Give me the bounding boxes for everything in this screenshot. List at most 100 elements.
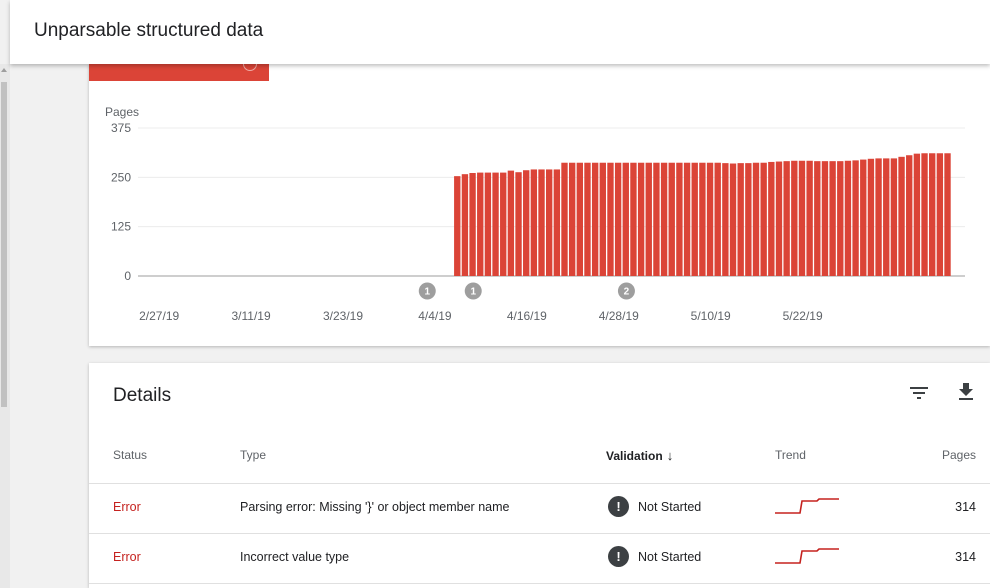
chart-bar[interactable] [683, 162, 691, 276]
chart-bar[interactable] [660, 162, 668, 276]
annotation-marker[interactable]: 1 [418, 282, 436, 300]
type-cell: Parsing error: Missing '}' or object mem… [240, 500, 510, 514]
scroll-up-icon[interactable] [1, 68, 7, 72]
chart-bar[interactable] [561, 162, 568, 276]
chart-bar[interactable] [729, 163, 737, 276]
y-tick-label: 0 [124, 269, 131, 283]
chart-bar[interactable] [921, 153, 928, 276]
chart-bar[interactable] [806, 160, 813, 276]
chart-bar[interactable] [852, 160, 859, 276]
col-header-trend[interactable]: Trend [775, 448, 806, 462]
x-tick-label: 4/4/19 [418, 309, 452, 323]
chart-bar[interactable] [936, 153, 944, 276]
y-tick-label: 375 [111, 121, 131, 135]
chart-bar[interactable] [668, 162, 675, 276]
table-row[interactable]: Error Incorrect value type ! Not Started… [89, 533, 990, 583]
chart-bar[interactable] [844, 160, 852, 276]
col-header-type[interactable]: Type [240, 448, 266, 462]
chart-bar[interactable] [607, 162, 614, 276]
chart-bar[interactable] [553, 169, 561, 276]
chart-bar[interactable] [745, 163, 752, 276]
chart-bar[interactable] [622, 162, 629, 276]
details-title: Details [113, 385, 172, 406]
chart-bar[interactable] [791, 160, 798, 276]
chart-bar[interactable] [906, 155, 913, 276]
pages-cell: 314 [955, 500, 976, 514]
chart-bar[interactable] [653, 162, 660, 276]
chart-bar[interactable] [860, 159, 867, 276]
x-tick-label: 4/28/19 [599, 309, 639, 323]
chart-bar[interactable] [699, 162, 706, 276]
chart-bar[interactable] [814, 161, 821, 276]
annotation-label: 1 [470, 287, 476, 298]
annotation-marker[interactable]: 2 [617, 282, 635, 300]
trend-sparkline [775, 498, 839, 514]
filter-icon[interactable] [907, 381, 931, 405]
chart-bar[interactable] [584, 162, 591, 276]
chart-bar[interactable] [454, 176, 461, 276]
type-cell: Incorrect value type [240, 550, 350, 564]
chart-bar[interactable] [783, 161, 790, 276]
chart-bar[interactable] [500, 172, 507, 276]
chart-bar[interactable] [768, 161, 775, 276]
x-tick-label: 2/27/19 [139, 309, 179, 323]
sort-arrow-icon: ↓ [666, 448, 674, 463]
chart-bar[interactable] [944, 153, 951, 276]
col-header-validation-label: Validation [606, 449, 663, 463]
download-icon[interactable] [954, 380, 978, 404]
chart-bar[interactable] [630, 162, 637, 276]
chart-bar[interactable] [484, 172, 492, 276]
chart-bar[interactable] [645, 162, 652, 276]
chart-bar[interactable] [798, 160, 806, 276]
chart-bar[interactable] [913, 153, 921, 276]
chart-bar[interactable] [568, 162, 576, 276]
chart-bar[interactable] [530, 169, 538, 276]
chart-bar[interactable] [461, 174, 469, 276]
status-cell: Error [113, 500, 141, 514]
chart-bar[interactable] [477, 172, 484, 276]
chart-bar[interactable] [523, 170, 530, 276]
chart-bar[interactable] [760, 162, 767, 276]
chart-bar[interactable] [706, 162, 714, 276]
chart-bar[interactable] [829, 161, 836, 276]
annotation-marker[interactable]: 1 [464, 282, 482, 300]
chart-bar[interactable] [821, 161, 829, 276]
chart-bar[interactable] [737, 163, 744, 276]
details-card: Details Status Type Validation ↓ Trend Pa… [89, 363, 990, 588]
chart-bar[interactable] [637, 162, 645, 276]
col-header-status[interactable]: Status [113, 448, 147, 462]
chart-bar[interactable] [752, 162, 760, 276]
chart-bar[interactable] [875, 158, 882, 276]
chart-bar[interactable] [507, 170, 515, 276]
col-header-validation[interactable]: Validation ↓ [606, 448, 673, 463]
chart-bar[interactable] [599, 162, 606, 276]
annotation-label: 1 [424, 287, 430, 298]
chart-bar[interactable] [546, 169, 553, 276]
chart-bar[interactable] [469, 172, 476, 276]
chart-bar[interactable] [775, 161, 783, 276]
chart-bar[interactable] [515, 172, 522, 276]
chart-bar[interactable] [538, 169, 545, 276]
alert-icon: ! [608, 496, 629, 517]
scrollbar-thumb[interactable] [1, 82, 7, 407]
chart-bar[interactable] [883, 158, 890, 276]
chart-bar[interactable] [676, 162, 683, 276]
chart-bar[interactable] [492, 172, 499, 276]
table-row[interactable]: Error Parsing error: Missing '}' or obje… [89, 483, 990, 533]
chart-bar[interactable] [837, 161, 844, 276]
x-tick-label: 3/11/19 [231, 309, 270, 323]
y-tick-label: 125 [111, 220, 131, 234]
annotation-label: 2 [624, 287, 630, 298]
chart-bar[interactable] [576, 162, 584, 276]
chart-bar[interactable] [691, 162, 698, 276]
chart-bar[interactable] [722, 163, 729, 276]
chart-bar[interactable] [867, 158, 875, 276]
y-axis-label: Pages [105, 105, 139, 119]
chart-bar[interactable] [614, 162, 622, 276]
chart-bar[interactable] [890, 158, 898, 276]
chart-bar[interactable] [591, 162, 599, 276]
chart-bar[interactable] [929, 153, 936, 276]
chart-bar[interactable] [898, 156, 905, 276]
chart-bar[interactable] [714, 162, 721, 276]
col-header-pages[interactable]: Pages [942, 448, 976, 462]
